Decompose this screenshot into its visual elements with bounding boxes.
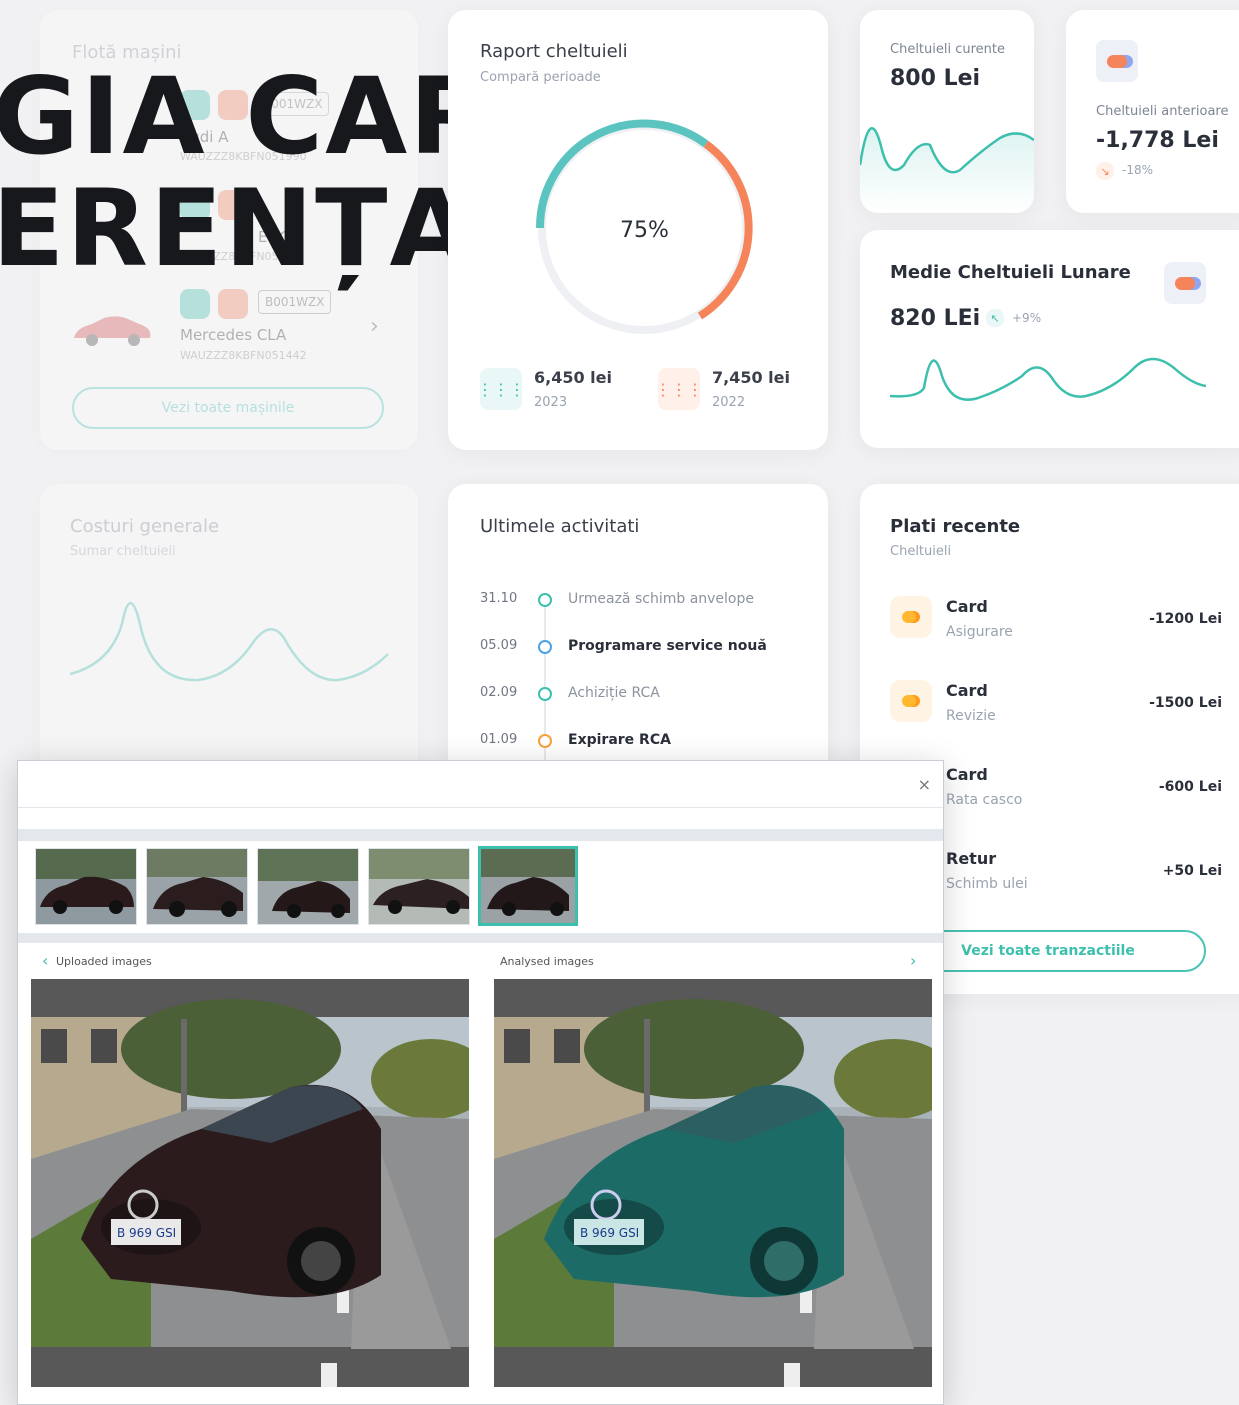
modal-divider: [18, 807, 943, 808]
previous-value: 7,450 lei: [712, 368, 790, 387]
monthly-average-card: Medie Cheltuieli Lunare 820 LEi ↖ +9%: [860, 230, 1239, 448]
payment-name: Retur: [946, 849, 997, 868]
general-costs-line: [70, 601, 389, 682]
section-divider: [18, 933, 943, 943]
previous-expenses-label: Cheltuieli anterioare: [1096, 104, 1229, 119]
toggle-pill-icon: [1096, 40, 1138, 82]
payment-category: Rata casco: [946, 792, 1023, 808]
report-subtitle: Compară perioade: [480, 70, 601, 85]
monthly-average-value: 820 LEi: [890, 306, 981, 331]
uploaded-image: B 969 GSI: [31, 979, 469, 1387]
card-icon: [890, 596, 932, 638]
activities-title: Ultimele activitati: [480, 516, 640, 537]
payment-amount: +50 Lei: [1162, 863, 1222, 879]
activity-dot: [538, 640, 552, 654]
general-costs-subtitle: Sumar cheltuieli: [70, 544, 176, 559]
chevron-right-icon[interactable]: ›: [370, 314, 379, 339]
analysed-images-label: Analysed images: [500, 955, 594, 968]
grid-icon: ⋮⋮⋮: [655, 368, 703, 410]
car-thumbnail-icon: [74, 316, 151, 346]
report-title: Raport cheltuieli: [480, 41, 628, 62]
prev-arrow-icon[interactable]: ‹: [42, 951, 48, 970]
monthly-average-delta: +9%: [1012, 311, 1042, 325]
payments-title: Plati recente: [890, 516, 1021, 537]
monthly-average-sparkline: [890, 357, 1206, 401]
folder-icon: [180, 289, 210, 319]
activity-text: Urmează schimb anvelope: [568, 591, 754, 607]
arrow-down-right-icon: ↘: [1096, 162, 1114, 180]
activity-dot: [538, 687, 552, 701]
donut-percent: 75%: [620, 218, 669, 243]
payments-subtitle: Cheltuieli: [890, 544, 952, 559]
payment-name: Card: [946, 597, 988, 616]
thumbnail-image[interactable]: [146, 848, 248, 925]
payment-category: Schimb ulei: [946, 876, 1028, 892]
donut-arc-teal: [535, 119, 709, 229]
plate-badge: B001WZX: [258, 290, 332, 314]
monthly-average-title: Medie Cheltuieli Lunare: [890, 262, 1131, 283]
thumbnail-strip-header: [18, 829, 943, 841]
current-expenses-value: 800 Lei: [890, 66, 981, 91]
current-expenses-sparkline: [860, 127, 1034, 213]
car-name: Mercedes CLA: [180, 326, 287, 344]
expense-report-card: Raport cheltuieli Compară perioade 75% ⋮…: [448, 10, 828, 450]
payment-amount: -1500 Lei: [1149, 695, 1222, 711]
activity-dot: [538, 734, 552, 748]
grid-icon: ⋮⋮⋮: [477, 368, 525, 410]
thumbnail-image[interactable]: [257, 848, 359, 925]
payment-name: Card: [946, 765, 988, 784]
payment-amount: -1200 Lei: [1149, 611, 1222, 627]
image-analysis-modal: × ‹ Uploaded images Analysed images › B …: [17, 760, 944, 1405]
headline-line-2: ERENȚA: [0, 167, 474, 290]
view-all-cars-button[interactable]: Vezi toate mașinile: [72, 387, 384, 429]
thumbnail-image-selected[interactable]: [478, 846, 578, 926]
uploaded-images-label: Uploaded images: [56, 955, 152, 968]
latest-activities-card: Ultimele activitati 31.10 Urmează schimb…: [448, 484, 828, 784]
activity-text: Programare service nouă: [568, 638, 767, 654]
activity-text: Expirare RCA: [568, 732, 671, 748]
bell-icon: [218, 289, 248, 319]
payment-category: Asigurare: [946, 624, 1013, 640]
previous-expenses-delta: -18%: [1122, 163, 1154, 177]
current-expenses-card: Cheltuieli curente 800 Lei: [860, 10, 1034, 213]
activity-date: 31.10: [480, 591, 518, 606]
current-expenses-label: Cheltuieli curente: [890, 42, 1006, 57]
previous-expenses-value: -1,778 Lei: [1096, 128, 1219, 153]
thumbnail-image[interactable]: [35, 848, 137, 925]
current-year: 2023: [534, 395, 568, 410]
license-plate: B 969 GSI: [117, 1226, 176, 1240]
general-costs-title: Costuri generale: [70, 516, 220, 537]
arrow-up-left-icon: ↖: [986, 309, 1004, 327]
general-costs-card: Costuri generale Sumar cheltuieli: [40, 484, 418, 784]
payment-category: Revizie: [946, 708, 996, 724]
payment-amount: -600 Lei: [1158, 779, 1222, 795]
analysed-image: B 969 GSI: [494, 979, 932, 1387]
license-plate: B 969 GSI: [580, 1226, 639, 1240]
activity-date: 02.09: [480, 685, 518, 700]
current-value: 6,450 lei: [534, 368, 612, 387]
previous-expenses-card: Cheltuieli anterioare -1,778 Lei ↘ -18%: [1066, 10, 1239, 213]
close-icon[interactable]: ×: [918, 775, 931, 794]
activity-dot: [538, 593, 552, 607]
activity-text: Achiziție RCA: [568, 685, 660, 701]
previous-year: 2022: [712, 395, 746, 410]
toggle-pill-icon: [1164, 262, 1206, 304]
card-icon: [890, 680, 932, 722]
activity-date: 01.09: [480, 732, 518, 747]
payment-name: Card: [946, 681, 988, 700]
thumbnail-image[interactable]: [368, 848, 470, 925]
next-arrow-icon[interactable]: ›: [910, 951, 916, 970]
car-vin: WAUZZZ8KBFN051442: [180, 349, 307, 362]
activity-date: 05.09: [480, 638, 518, 653]
